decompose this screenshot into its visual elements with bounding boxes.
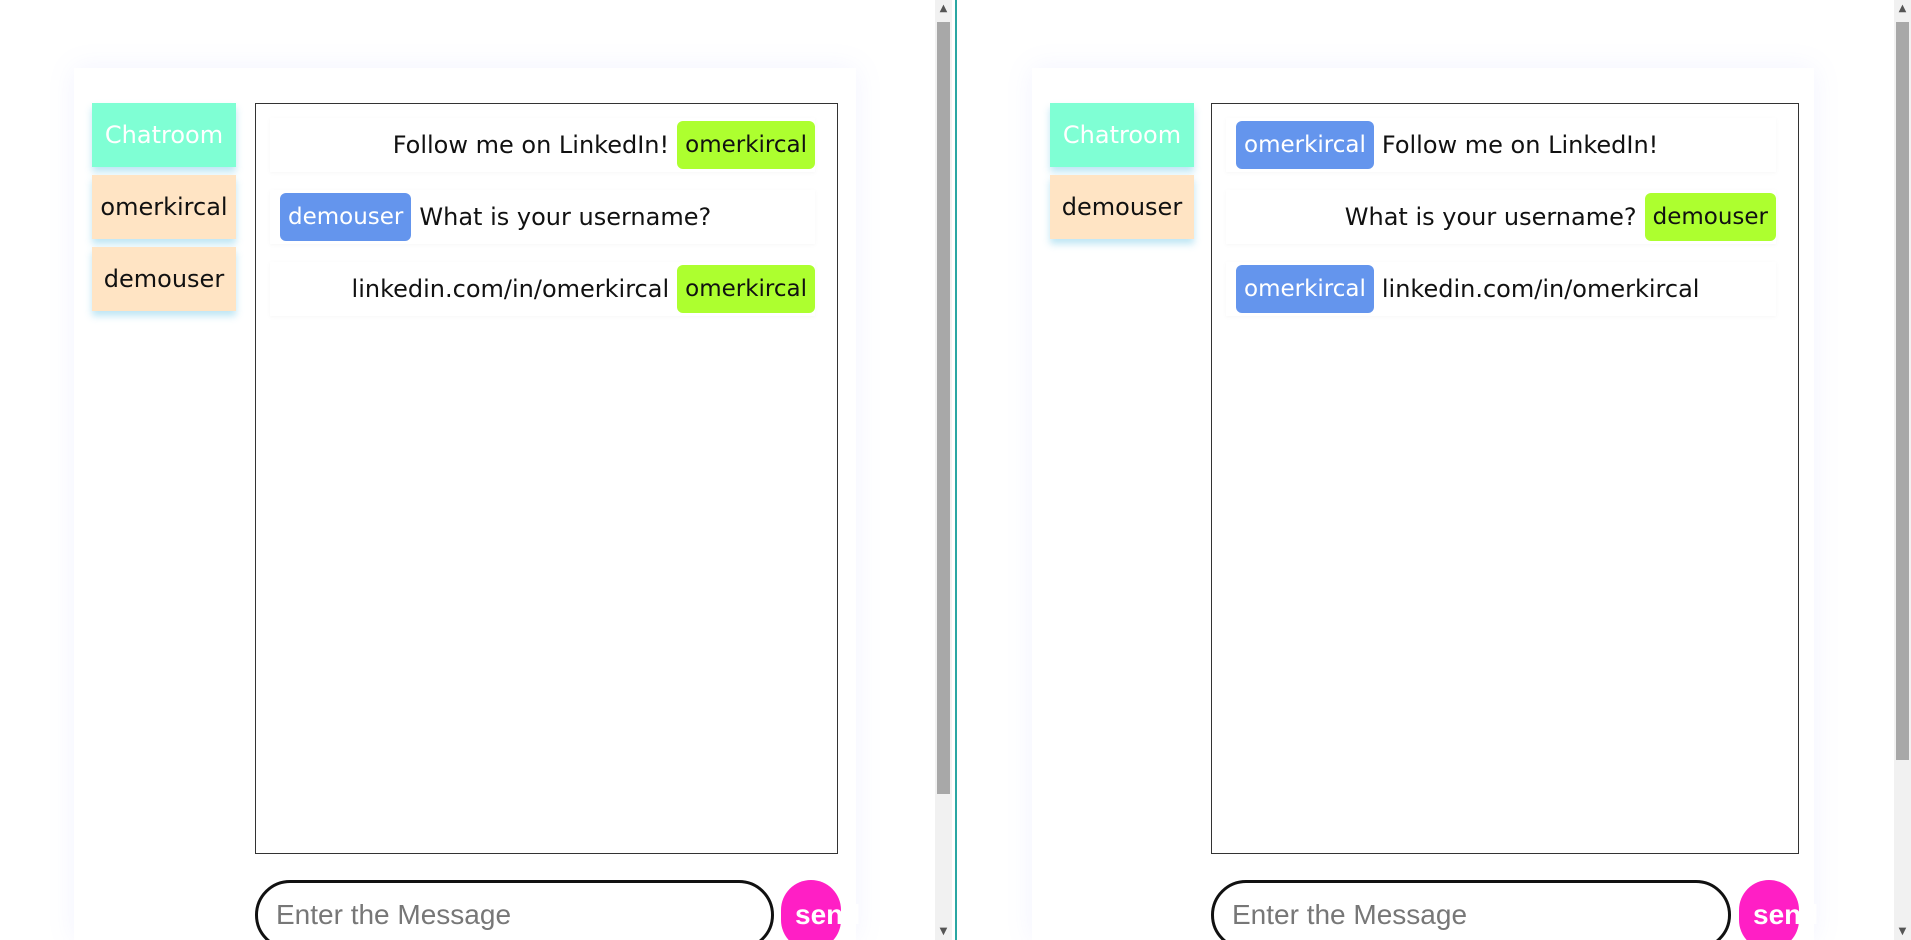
username-tag: demouser [1644,193,1776,241]
chatroom-button[interactable]: Chatroom [92,103,236,167]
username-tag: omerkircal [1236,265,1374,313]
user-button-demouser[interactable]: demouser [1050,175,1194,239]
message-row: demouser What is your username? [270,190,815,244]
message-text: Follow me on LinkedIn! [392,131,670,159]
username-tag: demouser [280,193,412,241]
vertical-scrollbar[interactable]: ▲ ▼ [935,0,952,940]
scrollbar-thumb[interactable] [937,22,950,794]
send-button[interactable]: send [1739,880,1818,940]
user-button-demouser[interactable]: demouser [92,247,236,311]
sidebar: Chatroom omerkircal demouser [92,103,236,319]
scroll-down-icon[interactable]: ▼ [935,923,952,940]
message-list: omerkircal Follow me on LinkedIn! What i… [1211,103,1799,854]
username-tag: omerkircal [677,265,815,313]
message-row: omerkircal linkedin.com/in/omerkircal [1226,262,1776,316]
message-text: What is your username? [419,203,712,231]
scroll-up-icon[interactable]: ▲ [935,0,952,17]
message-row: What is your username? demouser [1226,190,1776,244]
scroll-up-icon[interactable]: ▲ [1894,0,1911,17]
chat-card: Chatroom omerkircal demouser Follow me o… [74,68,860,940]
scroll-down-icon[interactable]: ▼ [1894,923,1911,940]
vertical-scrollbar[interactable]: ▲ ▼ [1894,0,1911,940]
chat-card: Chatroom demouser omerkircal Follow me o… [1032,68,1818,940]
username-tag: omerkircal [1236,121,1374,169]
message-input[interactable] [255,880,774,940]
message-input[interactable] [1211,880,1731,940]
sidebar: Chatroom demouser [1050,103,1194,247]
right-window: Chatroom demouser omerkircal Follow me o… [957,0,1911,940]
left-window: Chatroom omerkircal demouser Follow me o… [0,0,955,940]
message-text: linkedin.com/in/omerkircal [1381,275,1700,303]
message-text: Follow me on LinkedIn! [1381,131,1659,159]
user-button-omerkircal[interactable]: omerkircal [92,175,236,239]
message-list: Follow me on LinkedIn! omerkircal demous… [255,103,838,854]
username-tag: omerkircal [677,121,815,169]
message-text: What is your username? [1344,203,1637,231]
chatroom-button[interactable]: Chatroom [1050,103,1194,167]
message-row: Follow me on LinkedIn! omerkircal [270,118,815,172]
scrollbar-thumb[interactable] [1896,22,1909,760]
message-row: linkedin.com/in/omerkircal omerkircal [270,262,815,316]
message-text: linkedin.com/in/omerkircal [351,275,670,303]
message-row: omerkircal Follow me on LinkedIn! [1226,118,1776,172]
send-button[interactable]: send [781,880,860,940]
